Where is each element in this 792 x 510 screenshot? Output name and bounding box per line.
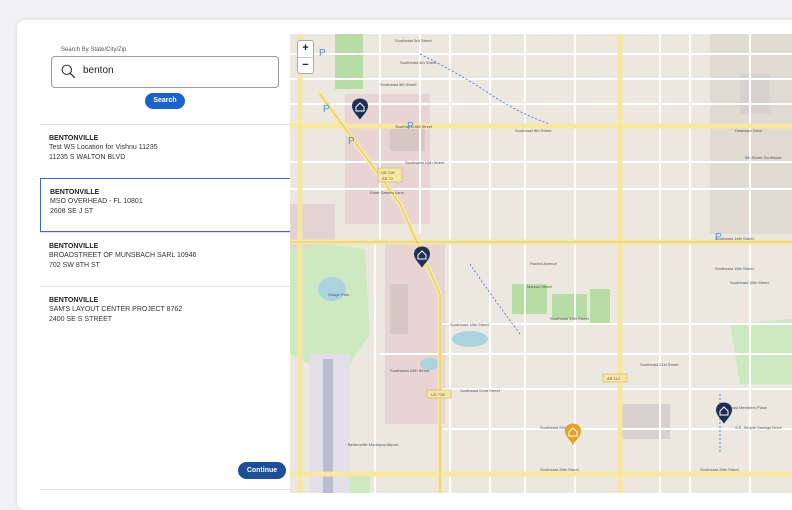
street-label: Rachel Avenue (530, 261, 558, 266)
street-label: Southeast 28th Street (700, 467, 740, 472)
location-item[interactable]: BENTONVILLE BROADSTREET OF MUNSBACH SARL… (40, 232, 290, 286)
location-address: 2608 SE J ST (50, 208, 94, 215)
svg-text:P: P (319, 48, 326, 59)
location-name: SAM'S LAYOUT CENTER PROJECT 8762 (49, 306, 183, 313)
svg-text:US 71B: US 71B (431, 392, 445, 397)
zoom-out-button[interactable]: − (298, 58, 313, 74)
svg-text:AR 112: AR 112 (607, 376, 621, 381)
pond (452, 331, 488, 347)
location-item-selected[interactable]: BENTONVILLE MSO OVERHEAD - FL 10801 2608… (40, 178, 291, 232)
search-input[interactable]: benton (83, 65, 114, 76)
street-label: Southwest 20th Street (390, 368, 430, 373)
street-label: Southeast 28th Street (540, 467, 580, 472)
location-list: BENTONVILLE Test WS Location for Vishnu … (40, 124, 291, 340)
location-address: 2400 SE S STREET (49, 316, 113, 323)
building (390, 284, 408, 334)
svg-text:P: P (407, 121, 414, 132)
location-name: MSO OVERHEAD - FL 10801 (50, 198, 143, 205)
location-address: 11235 S WALTON BLVD (49, 154, 126, 161)
sports-field (590, 289, 610, 324)
us71b-shield: US 71B AR 72 (377, 167, 403, 183)
street-label: Southeast 21st Street (640, 362, 679, 367)
park-area (350, 474, 370, 493)
panel-footer (40, 489, 290, 494)
park-area (335, 34, 363, 89)
zoom-in-button[interactable]: + (298, 41, 313, 58)
svg-text:AR 72: AR 72 (382, 176, 394, 181)
location-item[interactable]: BENTONVILLE SAM'S LAYOUT CENTER PROJECT … (40, 286, 290, 340)
street-label: Southeast 22nd Street (460, 388, 501, 393)
street-label: Southwest 10th Street (405, 160, 445, 165)
street-label: Southeast 3rd Street (395, 38, 433, 43)
location-city: BENTONVILLE (50, 189, 100, 196)
continue-button[interactable]: Continue (238, 462, 286, 479)
location-address: 702 SW 8TH ST (49, 262, 100, 269)
location-city: BENTONVILLE (49, 243, 99, 250)
map-view[interactable]: Southeast 14th Street Southeast 28th Str… (290, 34, 792, 493)
us71b-shield: US 71B (426, 389, 452, 399)
building (620, 404, 670, 439)
park-area (730, 319, 792, 384)
svg-text:US 71B: US 71B (381, 170, 395, 175)
location-panel: benton Search By State/City/Zip Search B… (40, 34, 291, 493)
ar112-shield: AR 112 (602, 373, 628, 383)
street-label: Southeast 5th Street (380, 82, 417, 87)
location-name: BROADSTREET OF MUNSBACH SARL 10946 (49, 252, 197, 259)
zoom-control: + − (297, 40, 314, 74)
search-legend: Search By State/City/Zip (58, 47, 130, 53)
top-bar (0, 0, 792, 14)
street-label: S.E. Simple Savings Drive (735, 425, 782, 430)
street-label: Southwest 8th Street (395, 124, 433, 129)
search-button[interactable]: Search (145, 93, 185, 109)
street-label: Southeast 4th Street (400, 60, 437, 65)
svg-text:P: P (348, 136, 355, 147)
search-icon (61, 64, 76, 79)
location-item[interactable]: BENTONVILLE Test WS Location for Vishnu … (40, 124, 290, 178)
street-label: 9th Street Southeast (745, 155, 782, 160)
svg-text:P: P (323, 104, 330, 115)
street-label: Southeast 16th Street (730, 280, 770, 285)
park-label: Osage Park (328, 292, 349, 297)
street-label: Marcus Street (527, 284, 553, 289)
svg-text:P: P (715, 232, 722, 243)
map-canvas[interactable]: Southeast 14th Street Southeast 28th Str… (290, 34, 792, 493)
street-label: Southeast 19th Street (550, 316, 590, 321)
airport-label: Bentonville Municipal Airport (348, 442, 399, 447)
pond (318, 277, 346, 301)
location-name: Test WS Location for Vishnu 11235 (49, 144, 158, 151)
street-label: Southeast 15th Street (715, 266, 755, 271)
street-label: Delaware Drive (735, 128, 763, 133)
location-city: BENTONVILLE (49, 297, 99, 304)
location-city: BENTONVILLE (49, 135, 99, 142)
street-label: Southeast 18th Street (450, 322, 490, 327)
street-label: Southeast 8th Street (515, 128, 552, 133)
street-label: Rose Garden Lane (370, 190, 405, 195)
search-field[interactable]: benton (51, 56, 279, 88)
